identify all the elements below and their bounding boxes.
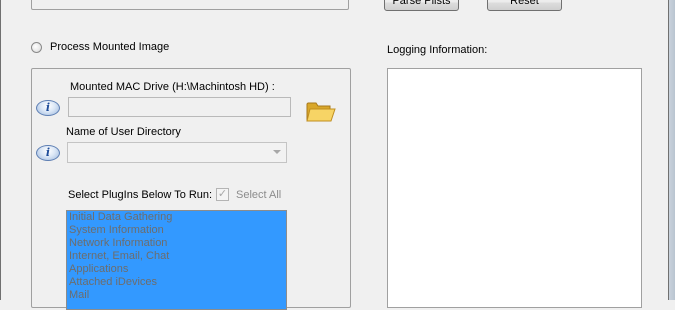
info-icon[interactable]: i <box>36 145 60 161</box>
logging-textarea[interactable] <box>387 68 642 308</box>
process-mounted-image-radio[interactable] <box>31 42 42 53</box>
process-mounted-image-label: Process Mounted Image <box>50 41 170 53</box>
user-directory-label: Name of User Directory <box>66 126 181 138</box>
select-all-checkbox[interactable]: ✓ <box>216 188 229 201</box>
plugin-listbox[interactable]: Initial Data Gathering System Informatio… <box>66 210 287 310</box>
mounted-drive-label: Mounted MAC Drive (H:\Machintosh HD) : <box>70 81 275 93</box>
list-item[interactable]: Network Information <box>67 237 286 250</box>
info-icon[interactable]: i <box>36 100 60 116</box>
parse-plists-button[interactable]: Parse Plists <box>384 0 459 11</box>
logging-label: Logging Information: <box>387 44 488 56</box>
chevron-down-icon <box>273 150 281 154</box>
plugins-label: Select PlugIns Below To Run: <box>68 189 213 201</box>
user-directory-dropdown[interactable] <box>67 142 287 163</box>
select-all-label: Select All <box>236 189 282 201</box>
list-item[interactable]: Mail <box>67 289 286 302</box>
list-item[interactable]: Attached iDevices <box>67 276 286 289</box>
reset-button[interactable]: Reset <box>487 0 562 11</box>
list-item[interactable]: Initial Data Gathering <box>67 211 286 224</box>
folder-open-icon[interactable] <box>306 100 336 122</box>
list-item[interactable]: Applications <box>67 263 286 276</box>
processing-group-box <box>31 0 349 10</box>
list-item[interactable]: Internet, Email, Chat <box>67 250 286 263</box>
mounted-drive-input[interactable] <box>68 97 291 117</box>
window-border-right <box>668 0 675 300</box>
list-item[interactable]: System Information <box>67 224 286 237</box>
window-border-left <box>0 0 1 300</box>
